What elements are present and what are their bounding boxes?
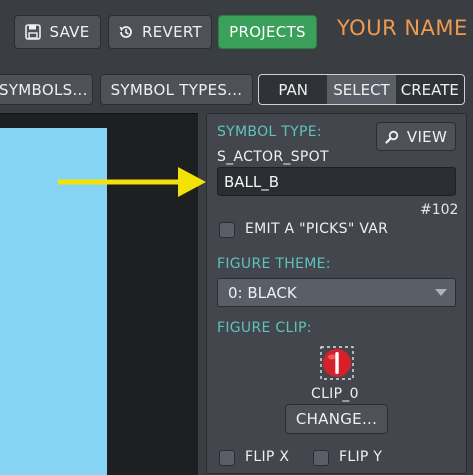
symbol-types-label: SYMBOL TYPES... (110, 80, 243, 99)
flip-y-label: FLIP Y (339, 449, 383, 465)
clip-name: CLIP_0 (311, 386, 359, 402)
projects-label: PROJECTS (229, 23, 306, 41)
symbol-type-value: S_ACTOR_SPOT (217, 149, 329, 165)
emit-picks-label: EMIT A "PICKS" VAR (245, 221, 389, 237)
projects-button[interactable]: PROJECTS (218, 15, 317, 49)
symbol-name-input[interactable] (217, 167, 456, 196)
pointer-arrow-icon (56, 165, 206, 205)
change-label: CHANGE... (295, 410, 378, 428)
view-label: VIEW (406, 127, 448, 146)
revert-label: REVERT (142, 23, 202, 41)
user-name[interactable]: YOUR NAME (337, 16, 468, 40)
mode-create[interactable]: CREATE (396, 75, 464, 104)
mode-select[interactable]: SELECT (327, 75, 396, 104)
figure-theme-select[interactable]: 0: BLACK (217, 278, 456, 307)
mode-toggle-group: PAN SELECT CREATE (258, 74, 465, 105)
red-ball-icon (320, 346, 354, 380)
flip-x-checkbox[interactable] (219, 450, 235, 466)
flip-x-label: FLIP X (245, 449, 290, 465)
view-button[interactable]: VIEW (376, 122, 456, 151)
symbols-button[interactable]: SYMBOLS... (0, 74, 93, 105)
figure-theme-value: 0: BLACK (228, 284, 297, 302)
save-button[interactable]: SAVE (14, 15, 101, 49)
emit-picks-checkbox[interactable] (219, 222, 235, 238)
mode-pan[interactable]: PAN (259, 75, 327, 104)
figure-clip-label: FIGURE CLIP: (217, 320, 312, 336)
symbols-label: SYMBOLS... (0, 80, 88, 99)
revert-button[interactable]: REVERT (108, 15, 212, 49)
symbol-index: #102 (420, 202, 459, 218)
symbol-type-label: SYMBOL TYPE: (217, 124, 322, 140)
history-icon (118, 24, 134, 40)
symbol-types-button[interactable]: SYMBOL TYPES... (100, 74, 253, 105)
flip-y-checkbox[interactable] (313, 450, 329, 466)
magnifier-icon (385, 130, 399, 144)
save-label: SAVE (49, 23, 90, 41)
chevron-down-icon (435, 289, 447, 296)
floppy-disk-icon (25, 24, 42, 40)
figure-theme-label: FIGURE THEME: (217, 256, 331, 272)
change-clip-button[interactable]: CHANGE... (285, 404, 388, 434)
